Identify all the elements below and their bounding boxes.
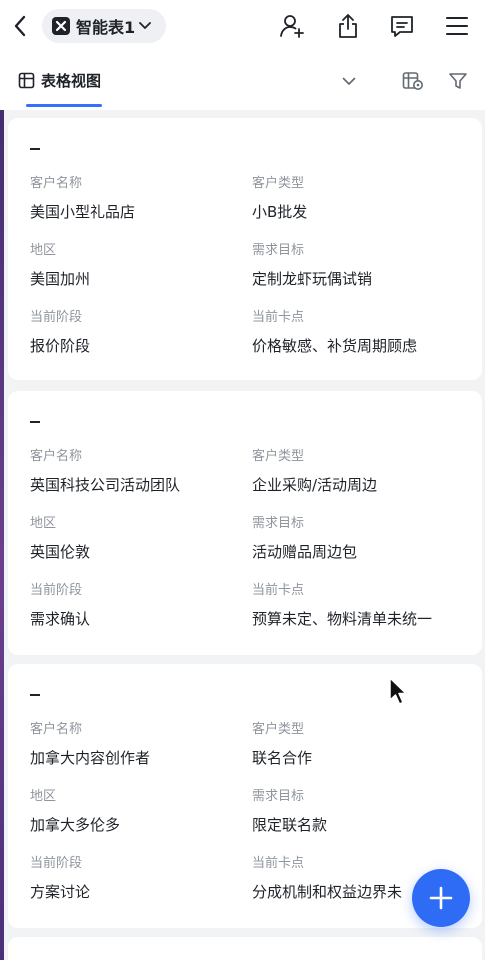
card-title-placeholder — [30, 148, 40, 150]
card-title-placeholder — [30, 694, 40, 696]
field-value: 预算未定、物料清单未统一 — [252, 610, 433, 628]
field-region: 地区 加拿大多伦多 — [30, 789, 245, 835]
field-value: 加拿大多伦多 — [30, 816, 121, 834]
table-icon — [18, 72, 35, 89]
back-icon — [14, 15, 26, 37]
field-label: 当前卡点 — [252, 583, 305, 598]
field-customer-type: 客户类型 小B批发 — [252, 176, 474, 222]
field-customer-name: 客户名称 加拿大内容创作者 — [30, 722, 245, 768]
field-value: 定制龙虾玩偶试销 — [252, 270, 373, 288]
field-value: 活动赠品周边包 — [252, 543, 358, 561]
field-customer-type: 客户类型 企业采购/活动周边 — [252, 449, 474, 495]
add-collaborator-button[interactable] — [278, 12, 306, 40]
document-switcher[interactable]: 智能表1 — [42, 9, 166, 43]
field-label: 当前阶段 — [30, 856, 83, 871]
field-region: 地区 美国加州 — [30, 243, 245, 289]
field-value: 美国加州 — [30, 270, 91, 288]
menu-icon — [446, 17, 468, 35]
plus-icon — [429, 886, 453, 910]
field-label: 当前卡点 — [252, 310, 305, 325]
tab-label: 表格视图 — [41, 72, 102, 90]
record-card[interactable]: 客户名称 美国小型礼品店 客户类型 小B批发 地区 美国加州 需求目标 定制龙虾… — [8, 118, 482, 380]
menu-button[interactable] — [443, 12, 471, 40]
top-bar: 智能表1 — [0, 0, 485, 52]
card-title-placeholder — [30, 421, 40, 423]
field-demand-goal: 需求目标 定制龙虾玩偶试销 — [252, 243, 474, 289]
field-value: 英国科技公司活动团队 — [30, 476, 181, 494]
field-label: 地区 — [30, 243, 57, 258]
sheet-logo-icon — [52, 17, 70, 35]
field-label: 客户名称 — [30, 722, 83, 737]
field-value: 联名合作 — [252, 749, 313, 767]
add-record-button[interactable] — [412, 869, 470, 927]
field-value: 方案讨论 — [30, 883, 91, 901]
field-value: 限定联名款 — [252, 816, 328, 834]
record-card[interactable]: 客户名称 加拿大内容创作者 客户类型 联名合作 地区 加拿大多伦多 需求目标 限… — [8, 664, 482, 928]
window-edge — [0, 0, 4, 960]
view-bar: 表格视图 — [0, 52, 485, 110]
field-label: 客户名称 — [30, 176, 83, 191]
field-current-stage: 当前阶段 需求确认 — [30, 583, 245, 629]
record-card[interactable] — [8, 937, 482, 960]
field-label: 当前阶段 — [30, 583, 83, 598]
filter-icon — [449, 73, 467, 89]
field-value: 需求确认 — [30, 610, 91, 628]
mouse-cursor-icon — [389, 677, 407, 705]
add-person-icon — [280, 15, 304, 38]
field-value: 报价阶段 — [30, 337, 91, 355]
field-demand-goal: 需求目标 限定联名款 — [252, 789, 474, 835]
field-value: 小B批发 — [252, 203, 308, 221]
view-dropdown-button[interactable] — [338, 70, 360, 92]
field-label: 当前阶段 — [30, 310, 83, 325]
field-label: 客户类型 — [252, 722, 305, 737]
chevron-down-icon — [139, 22, 152, 30]
field-label: 需求目标 — [252, 516, 305, 531]
tab-table-view[interactable]: 表格视图 — [18, 70, 101, 91]
field-value: 企业采购/活动周边 — [252, 476, 378, 494]
back-button[interactable] — [8, 12, 32, 40]
share-icon — [339, 14, 357, 38]
field-demand-goal: 需求目标 活动赠品周边包 — [252, 516, 474, 562]
field-label: 客户名称 — [30, 449, 83, 464]
field-label: 地区 — [30, 789, 57, 804]
field-current-stage: 当前阶段 报价阶段 — [30, 310, 245, 356]
field-value: 加拿大内容创作者 — [30, 749, 151, 767]
document-title: 智能表1 — [76, 18, 136, 37]
field-value: 美国小型礼品店 — [30, 203, 136, 221]
field-customer-name: 客户名称 美国小型礼品店 — [30, 176, 245, 222]
view-settings-button[interactable] — [402, 70, 424, 92]
field-region: 地区 英国伦敦 — [30, 516, 245, 562]
field-current-stage: 当前阶段 方案讨论 — [30, 856, 245, 902]
active-tab-indicator — [26, 104, 102, 107]
comment-button[interactable] — [388, 12, 416, 40]
field-customer-type: 客户类型 联名合作 — [252, 722, 474, 768]
comment-icon — [391, 16, 413, 37]
field-label: 客户类型 — [252, 176, 305, 191]
dropdown-icon — [342, 77, 356, 85]
settings-icon — [402, 72, 423, 90]
field-current-blocker: 当前卡点 价格敏感、补货周期顾虑 — [252, 310, 474, 356]
field-value: 英国伦敦 — [30, 543, 91, 561]
field-label: 地区 — [30, 516, 57, 531]
share-button[interactable] — [334, 12, 362, 40]
field-current-blocker: 当前卡点 预算未定、物料清单未统一 — [252, 583, 474, 629]
field-label: 需求目标 — [252, 243, 305, 258]
field-customer-name: 客户名称 英国科技公司活动团队 — [30, 449, 245, 495]
filter-button[interactable] — [447, 70, 469, 92]
field-label: 客户类型 — [252, 449, 305, 464]
record-card[interactable]: 客户名称 英国科技公司活动团队 客户类型 企业采购/活动周边 地区 英国伦敦 需… — [8, 391, 482, 655]
field-value: 价格敏感、补货周期顾虑 — [252, 337, 418, 355]
field-label: 需求目标 — [252, 789, 305, 804]
